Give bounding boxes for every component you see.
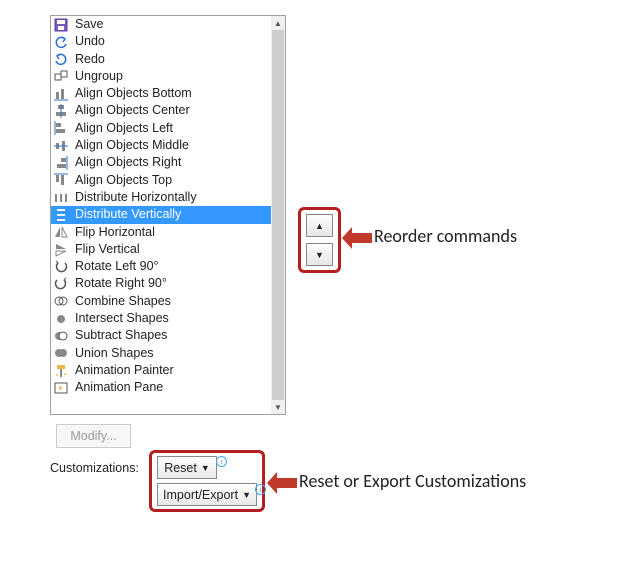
save-icon xyxy=(53,17,69,33)
list-item-label: Combine Shapes xyxy=(75,293,171,310)
list-item[interactable]: Rotate Left 90° xyxy=(51,258,273,275)
reset-export-callout-label: Reset or Export Customizations xyxy=(299,470,526,492)
list-item-label: Flip Vertical xyxy=(75,241,140,258)
list-item[interactable]: Rotate Right 90° xyxy=(51,275,273,292)
rotate-left-icon xyxy=(53,259,69,275)
distribute-vertical-icon xyxy=(53,207,69,223)
list-item-label: Align Objects Right xyxy=(75,154,181,171)
list-item-label: Distribute Horizontally xyxy=(75,189,197,206)
list-item-label: Redo xyxy=(75,51,105,68)
align-right-icon xyxy=(53,155,69,171)
reset-export-callout-box: Reset ▼ Import/Export ▼ xyxy=(149,450,265,512)
scroll-down-arrow[interactable]: ▼ xyxy=(271,400,285,414)
rotate-right-icon xyxy=(53,276,69,292)
list-item[interactable]: Align Objects Top xyxy=(51,172,273,189)
scrollbar[interactable]: ▲ ▼ xyxy=(271,16,285,414)
move-up-button[interactable]: ▲ xyxy=(306,214,333,237)
list-item-label: Animation Painter xyxy=(75,362,174,379)
intersect-shapes-icon xyxy=(53,311,69,327)
list-item[interactable]: Flip Vertical xyxy=(51,241,273,258)
scroll-up-arrow[interactable]: ▲ xyxy=(271,16,285,30)
list-item[interactable]: Align Objects Bottom xyxy=(51,85,273,102)
info-icon[interactable]: i xyxy=(216,456,227,467)
ungroup-icon xyxy=(53,69,69,85)
list-item-label: Align Objects Top xyxy=(75,172,172,189)
caret-down-icon: ▼ xyxy=(201,463,210,473)
list-item-label: Animation Pane xyxy=(75,379,163,396)
scrollbar-thumb[interactable] xyxy=(272,30,284,400)
align-bottom-icon xyxy=(53,86,69,102)
reorder-buttons-callout-box: ▲ ▼ xyxy=(298,207,341,273)
reorder-callout-label: Reorder commands xyxy=(374,225,517,247)
flip-vertical-icon xyxy=(53,242,69,258)
align-top-icon xyxy=(53,172,69,188)
customizations-label: Customizations: xyxy=(50,461,139,475)
union-shapes-icon xyxy=(53,345,69,361)
list-item[interactable]: Save xyxy=(51,16,273,33)
callout-arrow-icon xyxy=(267,470,297,496)
list-item-label: Distribute Vertically xyxy=(75,206,181,223)
command-list-panel: SaveUndoRedoUngroupAlign Objects BottomA… xyxy=(50,15,286,415)
reset-button[interactable]: Reset ▼ xyxy=(157,456,217,479)
combine-shapes-icon xyxy=(53,293,69,309)
list-item[interactable]: Union Shapes xyxy=(51,345,273,362)
subtract-shapes-icon xyxy=(53,328,69,344)
modify-button-label: Modify... xyxy=(70,429,116,443)
list-item-label: Save xyxy=(75,16,104,33)
distribute-horizontal-icon xyxy=(53,190,69,206)
import-export-button[interactable]: Import/Export ▼ xyxy=(157,483,257,506)
list-item[interactable]: Distribute Horizontally xyxy=(51,189,273,206)
list-item-label: Align Objects Center xyxy=(75,102,190,119)
list-item[interactable]: Animation Pane xyxy=(51,379,273,396)
reset-button-label: Reset xyxy=(164,461,197,475)
undo-icon xyxy=(53,34,69,50)
import-export-button-label: Import/Export xyxy=(163,488,238,502)
list-item-label: Union Shapes xyxy=(75,345,154,362)
list-item-label: Align Objects Left xyxy=(75,120,173,137)
list-item[interactable]: Align Objects Middle xyxy=(51,137,273,154)
callout-arrow-icon xyxy=(342,225,372,251)
list-item-label: Subtract Shapes xyxy=(75,327,167,344)
list-item-label: Flip Horizontal xyxy=(75,224,155,241)
modify-button: Modify... xyxy=(56,424,131,448)
list-item-label: Rotate Right 90° xyxy=(75,275,167,292)
caret-down-icon: ▼ xyxy=(242,490,251,500)
command-list[interactable]: SaveUndoRedoUngroupAlign Objects BottomA… xyxy=(51,16,273,414)
list-item-label: Intersect Shapes xyxy=(75,310,169,327)
list-item-label: Ungroup xyxy=(75,68,123,85)
list-item[interactable]: Align Objects Center xyxy=(51,102,273,119)
align-middle-icon xyxy=(53,138,69,154)
list-item[interactable]: Flip Horizontal xyxy=(51,224,273,241)
list-item[interactable]: Align Objects Right xyxy=(51,154,273,171)
move-down-button[interactable]: ▼ xyxy=(306,243,333,266)
align-center-icon xyxy=(53,103,69,119)
animation-pane-icon xyxy=(53,380,69,396)
list-item[interactable]: Animation Painter xyxy=(51,362,273,379)
redo-icon xyxy=(53,51,69,67)
animation-painter-icon xyxy=(53,363,69,379)
list-item[interactable]: Ungroup xyxy=(51,68,273,85)
list-item[interactable]: Redo xyxy=(51,51,273,68)
list-item[interactable]: Subtract Shapes xyxy=(51,327,273,344)
flip-horizontal-icon xyxy=(53,224,69,240)
list-item[interactable]: Undo xyxy=(51,33,273,50)
align-left-icon xyxy=(53,120,69,136)
list-item-label: Align Objects Bottom xyxy=(75,85,192,102)
list-item-label: Rotate Left 90° xyxy=(75,258,159,275)
list-item[interactable]: Intersect Shapes xyxy=(51,310,273,327)
info-icon[interactable]: i xyxy=(255,484,266,495)
list-item[interactable]: Align Objects Left xyxy=(51,120,273,137)
list-item-label: Undo xyxy=(75,33,105,50)
list-item[interactable]: Distribute Vertically xyxy=(51,206,273,223)
list-item-label: Align Objects Middle xyxy=(75,137,189,154)
list-item[interactable]: Combine Shapes xyxy=(51,293,273,310)
